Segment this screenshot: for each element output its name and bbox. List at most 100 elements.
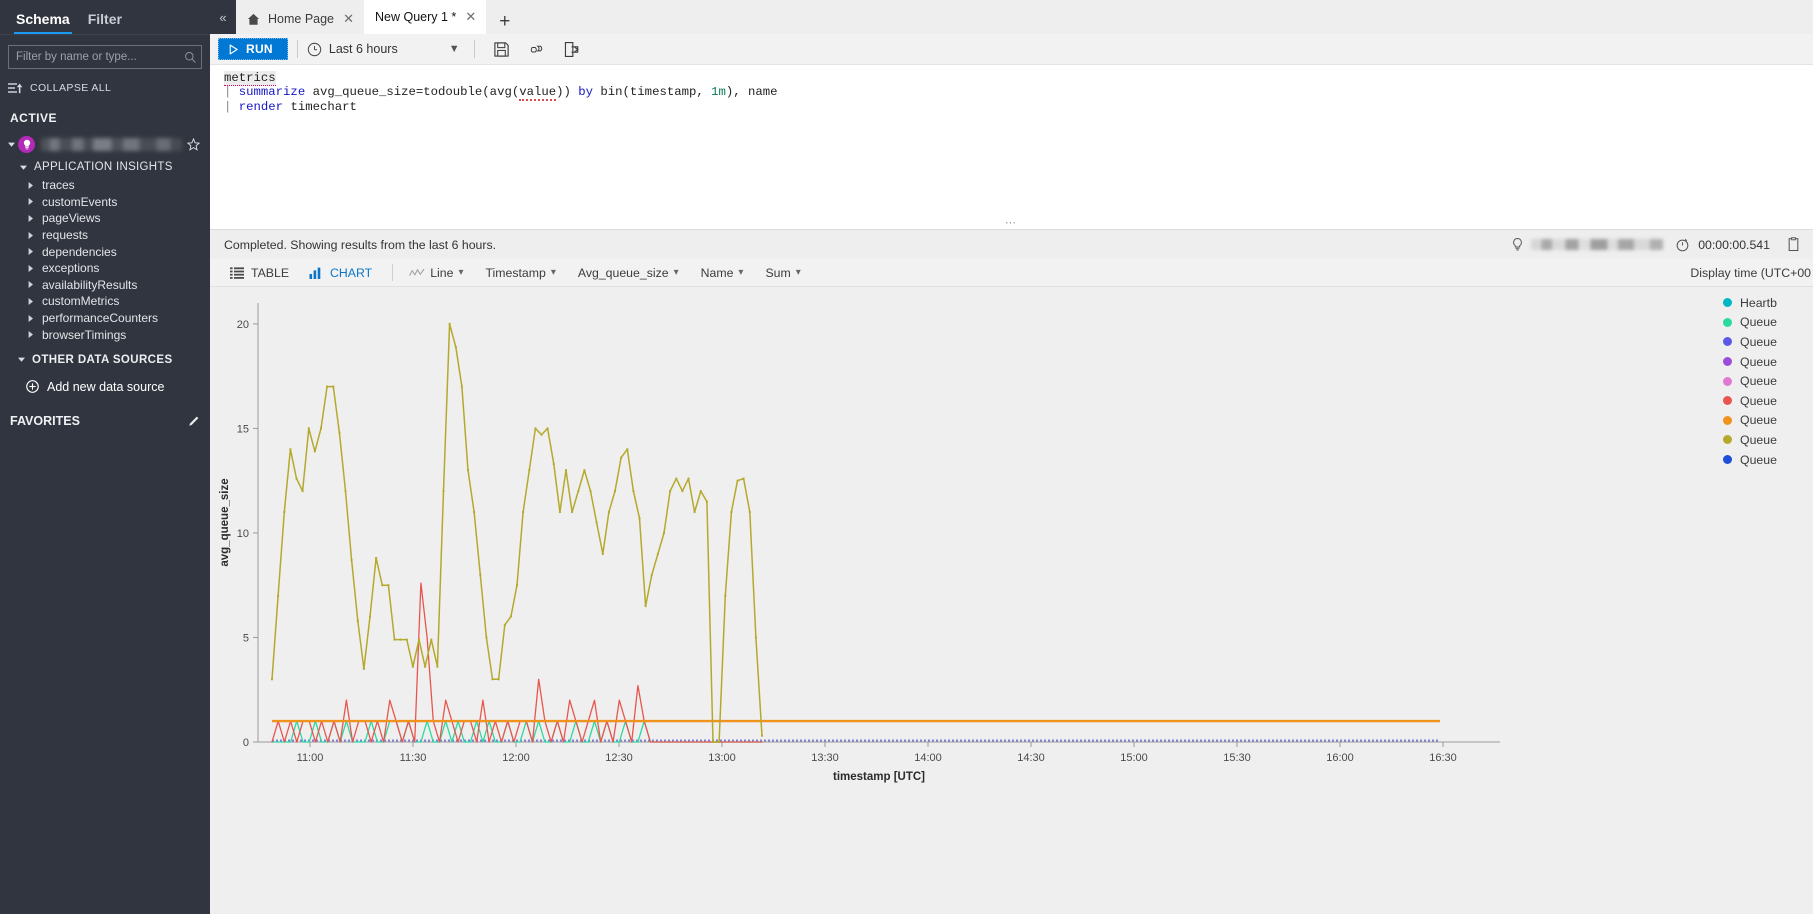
edit-pencil-icon[interactable] (188, 415, 200, 427)
visual-type-dropdown[interactable]: Line ▾ (409, 266, 463, 280)
new-tab-button[interactable]: + (486, 12, 523, 34)
chart-canvas[interactable]: 0 5 10 15 20 avg_queue_size 11:00 11:30 12:00 12:… (210, 287, 1813, 914)
query-line-1: metrics (224, 71, 1813, 86)
collapse-sidebar-button[interactable]: « (210, 0, 236, 34)
schema-table-label: pageViews (42, 211, 101, 226)
schema-table-traces[interactable]: traces (0, 177, 210, 194)
favorite-star-icon[interactable] (187, 137, 200, 151)
chevron-down-icon[interactable]: ▾ (738, 267, 743, 278)
favorites-label: FAVORITES (10, 413, 80, 428)
legend-item[interactable]: Queue (1723, 391, 1813, 411)
chevron-right-icon[interactable] (26, 314, 36, 323)
svg-text:15:00: 15:00 (1120, 752, 1148, 764)
export-icon[interactable] (563, 41, 580, 58)
split-by-dropdown[interactable]: Name ▾ (701, 266, 744, 280)
chevron-right-icon[interactable] (26, 280, 36, 289)
search-input[interactable] (16, 51, 184, 63)
tabstrip-row: « Home Page ✕ New Query 1 * ✕ + (210, 0, 1813, 34)
group-application-insights[interactable]: APPLICATION INSIGHTS (0, 157, 210, 177)
tab-chart[interactable]: CHART (309, 266, 372, 280)
chevron-right-icon[interactable] (26, 297, 36, 306)
y-axis-dropdown[interactable]: Avg_queue_size ▾ (578, 266, 679, 280)
schema-table-pageViews[interactable]: pageViews (0, 210, 210, 227)
schema-table-customEvents[interactable]: customEvents (0, 194, 210, 211)
schema-table-performanceCounters[interactable]: performanceCounters (0, 310, 210, 327)
tab-table[interactable]: TABLE (230, 266, 289, 280)
schema-table-browserTimings[interactable]: browserTimings (0, 326, 210, 343)
chevron-down-icon[interactable]: ▾ (796, 267, 801, 278)
tab-home-page[interactable]: Home Page ✕ (236, 4, 365, 34)
query-source-token: metrics (224, 71, 276, 86)
y-axis-label: Avg_queue_size (577, 265, 669, 280)
schema-table-requests[interactable]: requests (0, 227, 210, 244)
tab-new-query-1[interactable]: New Query 1 * ✕ (364, 0, 487, 34)
editor-results-splitter[interactable]: ⋯ (210, 215, 1813, 229)
other-data-sources-header[interactable]: OTHER DATA SOURCES (0, 350, 210, 370)
x-axis-label: Timestamp (485, 265, 546, 280)
chevron-right-icon[interactable] (26, 197, 36, 206)
run-button[interactable]: RUN (218, 38, 288, 60)
legend-item[interactable]: Queue (1723, 411, 1813, 431)
svg-text:16:00: 16:00 (1326, 752, 1354, 764)
tab-chart-label: CHART (330, 265, 373, 280)
schema-table-label: exceptions (42, 261, 100, 276)
close-icon[interactable]: ✕ (342, 11, 355, 27)
schema-table-exceptions[interactable]: exceptions (0, 260, 210, 277)
save-icon[interactable] (493, 41, 510, 58)
sidebar-tab-filter[interactable]: Filter (82, 11, 134, 34)
legend-color-swatch (1723, 317, 1732, 327)
group-label: APPLICATION INSIGHTS (34, 161, 173, 173)
schema-table-availabilityResults[interactable]: availabilityResults (0, 277, 210, 294)
legend-item[interactable]: Heartb (1723, 293, 1813, 313)
schema-table-dependencies[interactable]: dependencies (0, 243, 210, 260)
tab-home-page-label: Home Page (268, 12, 335, 26)
svg-text:5: 5 (243, 632, 249, 644)
schema-table-label: requests (42, 228, 89, 243)
link-icon[interactable] (528, 41, 545, 58)
chevron-down-icon[interactable]: ▾ (551, 267, 556, 278)
svg-text:15: 15 (237, 423, 249, 435)
query-editor[interactable]: metrics | summarize avg_queue_size=todou… (210, 65, 1813, 215)
legend-color-swatch (1723, 376, 1732, 386)
results-resource-redacted (1531, 239, 1664, 250)
close-icon[interactable]: ✕ (464, 9, 477, 25)
legend-item[interactable]: Queue (1723, 430, 1813, 450)
sidebar-tab-schema[interactable]: Schema (10, 11, 82, 34)
home-icon (247, 13, 260, 25)
legend-item[interactable]: Queue (1723, 352, 1813, 372)
toolbar-divider (473, 40, 475, 58)
legend-item[interactable]: Queue (1723, 332, 1813, 352)
query-expr-b: )) (556, 85, 579, 100)
chevron-right-icon[interactable] (26, 181, 36, 190)
add-new-data-source-button[interactable]: Add new data source (0, 376, 210, 398)
collapse-all-button[interactable]: COLLAPSE ALL (0, 73, 210, 103)
legend-item[interactable]: Queue (1723, 371, 1813, 391)
render-target: timechart (283, 99, 357, 114)
chevron-down-icon[interactable]: ▼ (449, 43, 460, 55)
copy-clipboard-icon[interactable] (1786, 237, 1801, 252)
visualization-toolbar: TABLE CHART Line ▾ Timestamp ▾ Avg_queue… (210, 259, 1813, 287)
clock-icon (307, 42, 322, 56)
resource-item[interactable] (0, 131, 210, 157)
chevron-down-icon[interactable]: ▾ (674, 267, 679, 278)
chevron-down-icon[interactable]: ▾ (458, 267, 463, 278)
chevron-right-icon[interactable] (26, 247, 36, 256)
schema-table-label: browserTimings (42, 327, 127, 342)
schema-filter[interactable] (8, 45, 202, 69)
legend-item[interactable]: Queue (1723, 313, 1813, 333)
chevron-right-icon[interactable] (26, 330, 36, 339)
x-axis-dropdown[interactable]: Timestamp ▾ (485, 266, 555, 280)
svg-text:10: 10 (237, 528, 249, 540)
chevron-down-icon[interactable] (18, 163, 28, 172)
aggregation-dropdown[interactable]: Sum ▾ (765, 266, 800, 280)
schema-table-customMetrics[interactable]: customMetrics (0, 293, 210, 310)
main-panel: « Home Page ✕ New Query 1 * ✕ + RUN Last… (210, 0, 1813, 914)
chevron-right-icon[interactable] (26, 214, 36, 223)
line-chart-icon (409, 268, 425, 276)
chevron-down-icon[interactable] (6, 140, 16, 149)
legend-item[interactable]: Queue (1723, 450, 1813, 470)
chevron-down-icon[interactable] (16, 355, 26, 364)
time-range-picker[interactable]: Last 6 hours ▼ (307, 42, 460, 57)
chevron-right-icon[interactable] (26, 264, 36, 273)
chevron-right-icon[interactable] (26, 231, 36, 240)
